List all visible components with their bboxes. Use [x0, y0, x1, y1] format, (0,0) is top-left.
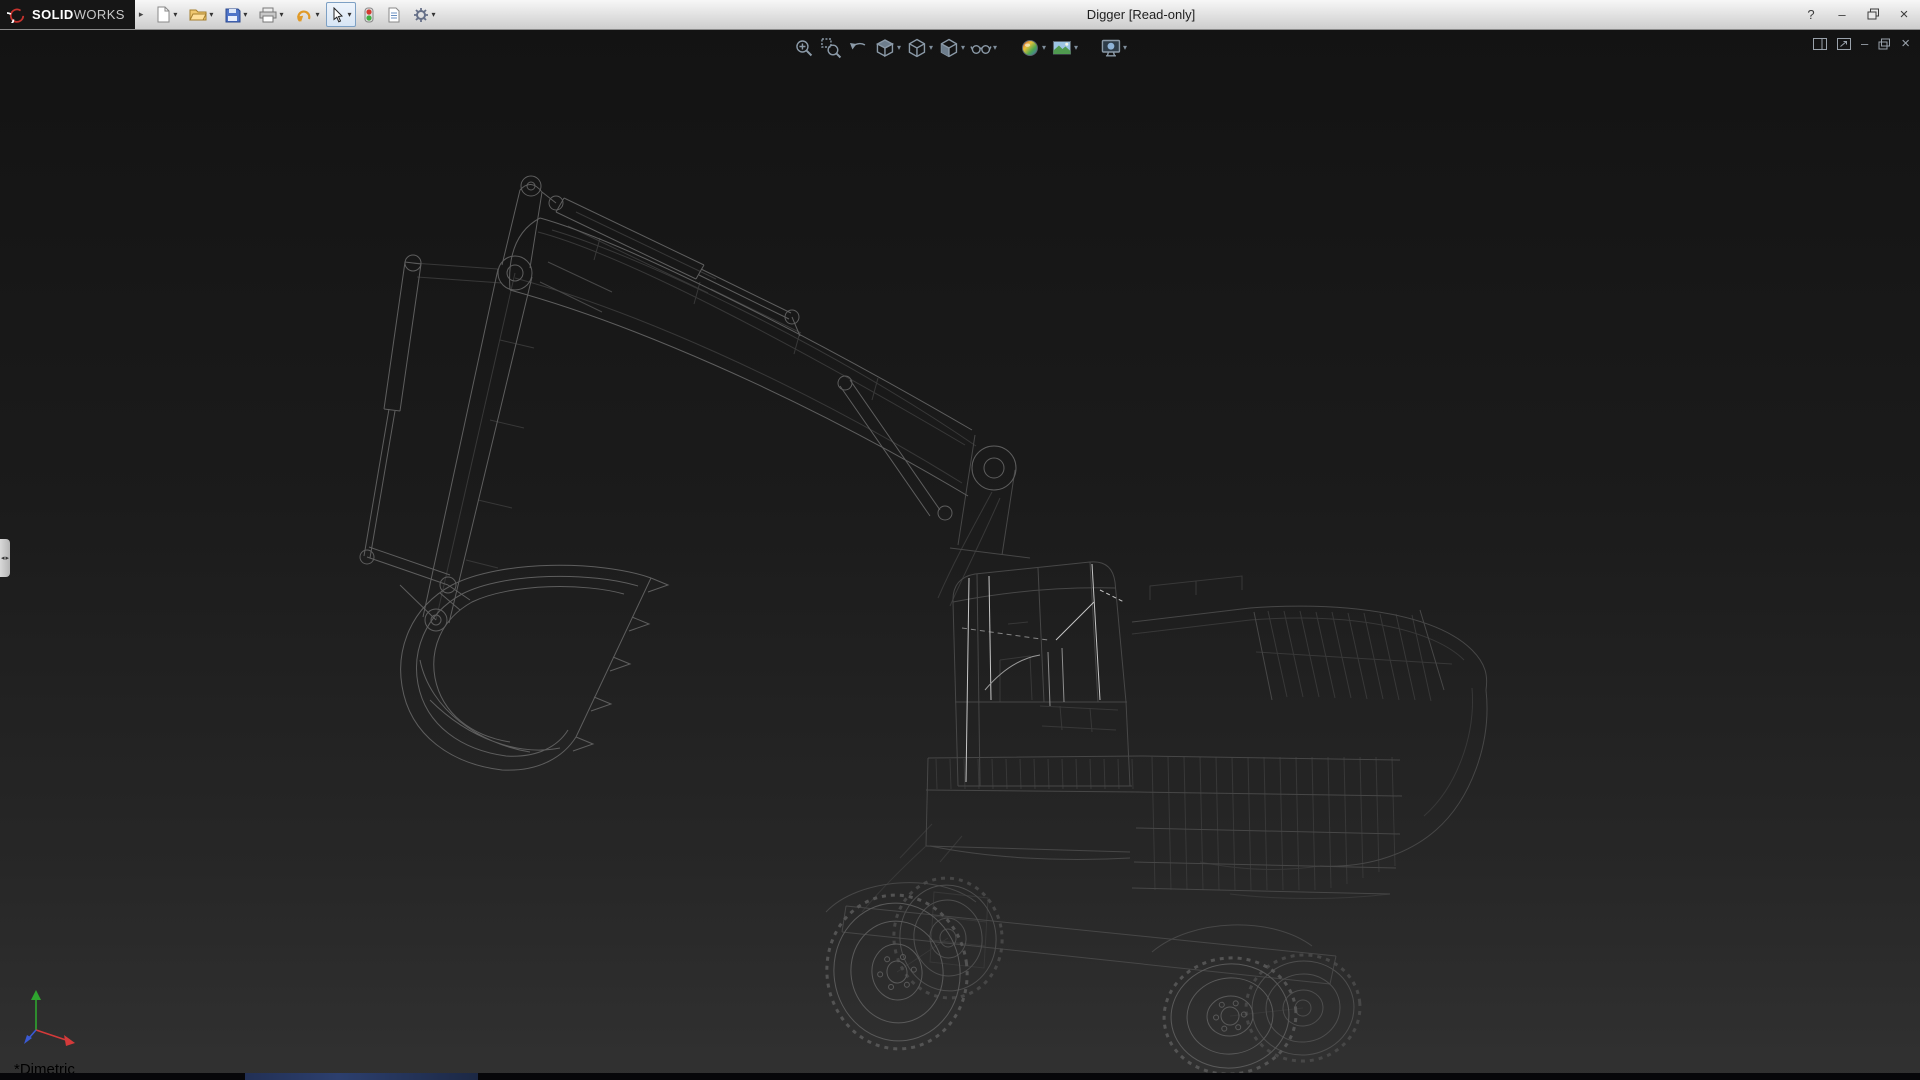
undo-button[interactable]: ▾	[290, 2, 324, 27]
view-orientation-cube-icon	[906, 37, 928, 59]
scene-background	[0, 29, 1920, 1080]
select-button[interactable]: ▾	[326, 2, 356, 27]
panel-splitter-handle[interactable]: ◂ ▸	[0, 539, 10, 577]
chevron-down-icon[interactable]: ▾	[347, 11, 351, 19]
undo-arrow-icon	[295, 7, 313, 23]
chevron-down-icon[interactable]: ▾	[993, 44, 997, 52]
view-settings-button[interactable]: ▾	[1099, 36, 1128, 60]
help-button[interactable]: ?	[1803, 8, 1819, 21]
printer-icon	[259, 7, 277, 23]
solidworks-logo: SOLIDWORKS	[0, 0, 135, 29]
3d-viewport[interactable]	[0, 29, 1920, 1080]
orientation-triad[interactable]	[22, 986, 92, 1052]
minimize-button[interactable]: –	[1834, 8, 1850, 21]
view-settings-icon	[1100, 37, 1122, 59]
chevron-down-icon[interactable]: ▾	[1074, 44, 1078, 52]
open-button[interactable]: ▾	[184, 2, 218, 27]
doc-pane-toggle-button[interactable]	[1813, 38, 1827, 50]
file-properties-icon	[387, 7, 401, 23]
view-orientation-button[interactable]: ▾	[905, 36, 934, 60]
save-button[interactable]: ▾	[220, 2, 252, 27]
taskbar-accent	[245, 1073, 478, 1080]
section-view-button[interactable]: ▾	[873, 36, 902, 60]
zoom-to-fit-button[interactable]	[792, 36, 816, 60]
file-properties-button[interactable]	[382, 2, 406, 27]
dassault-logo-icon	[7, 7, 27, 23]
display-style-button[interactable]: ▾	[937, 36, 966, 60]
window-title: Digger [Read-only]	[1087, 0, 1195, 29]
chevron-down-icon[interactable]: ▾	[897, 44, 901, 52]
new-document-button[interactable]: ▾	[151, 2, 182, 27]
restore-button[interactable]	[1865, 8, 1881, 22]
brand-text: SOLIDWORKS	[32, 6, 125, 24]
chevron-down-icon[interactable]: ▾	[431, 11, 435, 19]
splitter-left-arrow-icon: ◂	[1, 554, 5, 562]
chevron-down-icon[interactable]: ▾	[173, 11, 177, 19]
options-gear-icon	[413, 7, 429, 23]
previous-view-button[interactable]	[846, 36, 870, 60]
pane-arrow-icon	[1837, 38, 1851, 50]
edit-appearance-button[interactable]: ▾	[1018, 36, 1047, 60]
brand-solid: SOLID	[32, 7, 74, 22]
print-button[interactable]: ▾	[254, 2, 288, 27]
doc-restore-button[interactable]	[1878, 38, 1891, 50]
taskbar-edge	[0, 1073, 1920, 1080]
section-view-icon	[874, 37, 896, 59]
chevron-down-icon[interactable]: ▾	[961, 44, 965, 52]
title-bar: SOLIDWORKS ▸ ▾ ▾ ▾	[0, 0, 1920, 30]
rebuild-button[interactable]	[358, 2, 380, 27]
doc-minimize-button[interactable]: –	[1861, 37, 1868, 50]
edit-appearance-sphere-icon	[1019, 37, 1041, 59]
display-style-icon	[938, 37, 960, 59]
apply-scene-icon	[1051, 37, 1073, 59]
previous-view-icon	[847, 37, 869, 59]
pane-split-icon	[1813, 38, 1827, 50]
zoom-to-area-button[interactable]	[819, 36, 843, 60]
doc-restore-icon	[1878, 38, 1891, 50]
chevron-down-icon[interactable]: ▾	[243, 11, 247, 19]
new-document-icon	[156, 6, 171, 23]
graphics-area: ▾ ▾ ▾	[0, 29, 1920, 1080]
splitter-right-arrow-icon: ▸	[6, 554, 10, 562]
brand-works: WORKS	[74, 7, 125, 22]
hide-show-items-button[interactable]: ▾	[969, 36, 998, 60]
menu-expand-icon[interactable]: ▸	[139, 9, 144, 20]
chevron-down-icon[interactable]: ▾	[209, 11, 213, 19]
zoom-to-area-icon	[820, 37, 842, 59]
chevron-down-icon[interactable]: ▾	[315, 11, 319, 19]
chevron-down-icon[interactable]: ▾	[929, 44, 933, 52]
options-button[interactable]: ▾	[408, 2, 440, 27]
restore-icon	[1867, 8, 1880, 20]
heads-up-view-toolbar: ▾ ▾ ▾	[792, 36, 1128, 60]
doc-close-button[interactable]: ×	[1901, 36, 1910, 51]
document-window-controls: – ×	[1813, 36, 1910, 51]
chevron-down-icon[interactable]: ▾	[1123, 44, 1127, 52]
doc-float-button[interactable]	[1837, 38, 1851, 50]
solidworks-window: SOLIDWORKS ▸ ▾ ▾ ▾	[0, 0, 1920, 1080]
apply-scene-button[interactable]: ▾	[1050, 36, 1079, 60]
chevron-down-icon[interactable]: ▾	[279, 11, 283, 19]
rebuild-stoplight-icon	[363, 7, 375, 23]
select-cursor-icon	[331, 7, 345, 23]
window-controls: ? – ×	[1803, 0, 1912, 29]
close-button[interactable]: ×	[1896, 7, 1912, 22]
zoom-to-fit-icon	[793, 37, 815, 59]
save-floppy-icon	[225, 7, 241, 23]
hide-show-glasses-icon	[970, 37, 992, 59]
open-folder-icon	[189, 7, 207, 22]
chevron-down-icon[interactable]: ▾	[1042, 44, 1046, 52]
